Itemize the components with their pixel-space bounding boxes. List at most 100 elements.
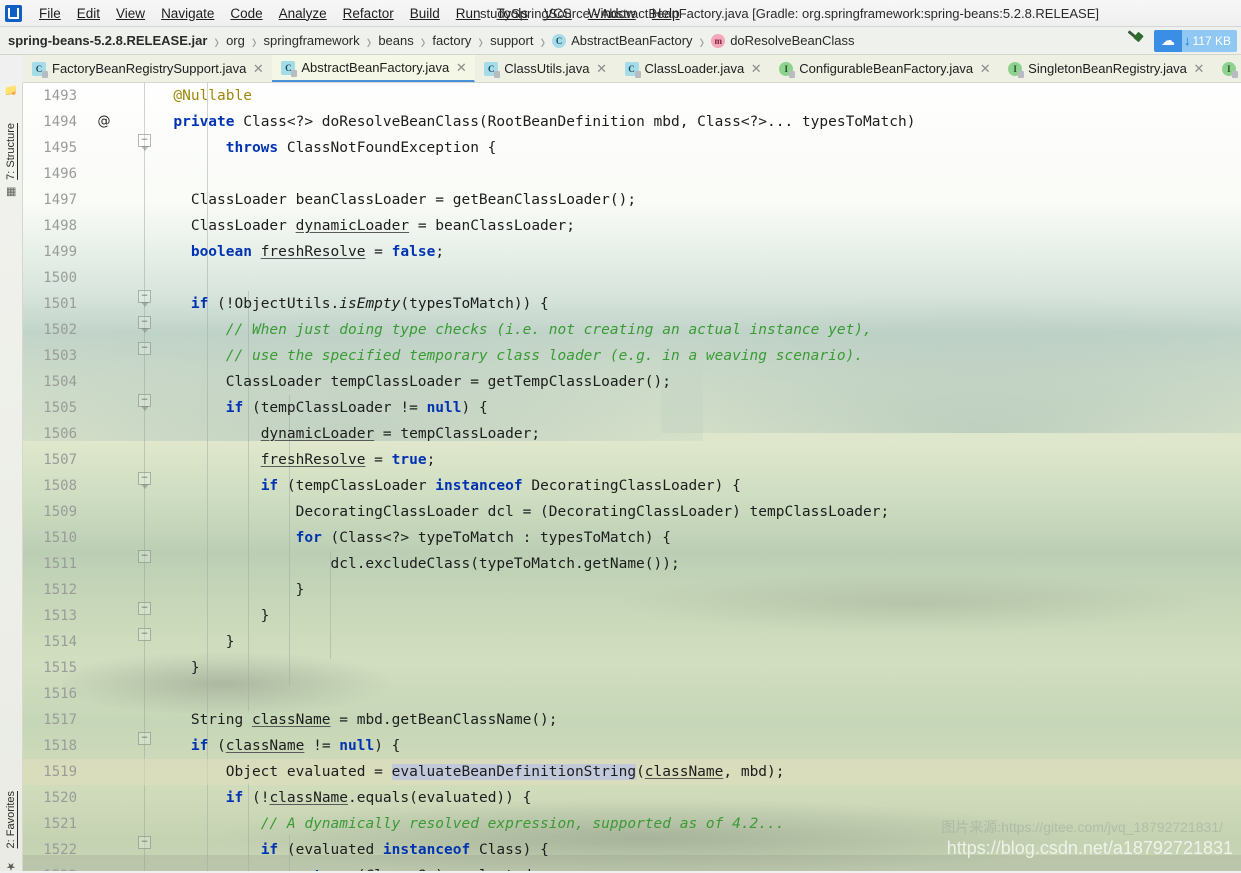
- menu-item-view[interactable]: View: [108, 4, 153, 23]
- baidu-netdisk-widget[interactable]: ☁ ↓ 117 KB: [1154, 29, 1237, 52]
- class-icon: C: [484, 61, 501, 78]
- code-text: // A dynamically resolved expression, su…: [260, 816, 785, 832]
- breadcrumb-item-jar[interactable]: spring-beans-5.2.8.RELEASE.jar: [8, 33, 207, 48]
- line-number: 1522: [43, 842, 77, 858]
- menu-item-build[interactable]: Build: [402, 4, 448, 23]
- interface-icon: I: [1008, 61, 1025, 78]
- project-folder-icon: 📁: [4, 84, 18, 97]
- line-number: 1513: [43, 608, 77, 624]
- code-line: 1506 dynamicLoader = tempClassLoader;: [23, 421, 1241, 447]
- code-line: 1493 @Nullable: [23, 83, 1241, 109]
- code-text: }: [121, 608, 270, 624]
- chevron-right-icon: ›: [366, 28, 372, 53]
- code-editor[interactable]: − − − − − − − − − − − 1493 @Nullable 149…: [23, 83, 1241, 871]
- line-number: 1502: [43, 322, 77, 338]
- breadcrumb-item-factory[interactable]: factory: [432, 33, 471, 48]
- code-line: 1504 ClassLoader tempClassLoader = getTe…: [23, 369, 1241, 395]
- menu-help-label: Help: [651, 5, 680, 21]
- code-text: dynamicLoader = tempClassLoader;: [260, 426, 541, 442]
- close-icon[interactable]: ✕: [596, 62, 608, 75]
- menu-item-tools[interactable]: Tools: [489, 4, 537, 23]
- sidebar-item-structure[interactable]: 7: Structure: [5, 117, 17, 186]
- interface-icon: I: [1221, 61, 1238, 78]
- editor-tab-bar: C FactoryBeanRegistrySupport.java ✕ C Ab…: [23, 55, 1241, 83]
- menu-item-vcs[interactable]: VCS: [536, 4, 580, 23]
- tab-ClassUtils[interactable]: C ClassUtils.java ✕: [475, 55, 615, 82]
- code-line: 1513 }: [23, 603, 1241, 629]
- chevron-right-icon: ›: [540, 28, 546, 53]
- tab-FactoryBeanRegistrySupport[interactable]: C FactoryBeanRegistrySupport.java ✕: [23, 55, 272, 82]
- tab-Hierarchical[interactable]: I Hierarchica: [1213, 55, 1241, 82]
- code-text: if (!ObjectUtils.isEmpty(typesToMatch)) …: [190, 296, 549, 312]
- breadcrumb-item-springframework[interactable]: springframework: [264, 33, 360, 48]
- code-line: 1518 if (className != null) {: [23, 733, 1241, 759]
- menu-item-refactor[interactable]: Refactor: [335, 4, 402, 23]
- line-number: 1501: [43, 296, 77, 312]
- menu-item-edit[interactable]: Edit: [69, 4, 108, 23]
- chevron-right-icon: ›: [420, 28, 426, 53]
- line-number: 1495: [43, 140, 77, 156]
- line-number: 1496: [43, 166, 77, 182]
- tab-label: SingletonBeanRegistry.java: [1028, 61, 1187, 76]
- code-text: }: [121, 634, 235, 650]
- close-icon[interactable]: ✕: [1193, 62, 1205, 75]
- chevron-right-icon: ›: [214, 28, 220, 53]
- tab-ConfigurableBeanFactory[interactable]: I ConfigurableBeanFactory.java ✕: [770, 55, 999, 82]
- code-line: 1517 String className = mbd.getBeanClass…: [23, 707, 1241, 733]
- tab-ClassLoader[interactable]: C ClassLoader.java ✕: [616, 55, 771, 82]
- code-line: 1509 DecoratingClassLoader dcl = (Decora…: [23, 499, 1241, 525]
- menu-run-label: Run: [455, 5, 481, 21]
- menu-item-file[interactable]: File: [31, 4, 69, 23]
- menu-code-label: Code: [230, 5, 263, 21]
- code-line: 1521 // A dynamically resolved expressio…: [23, 811, 1241, 837]
- close-icon[interactable]: ✕: [979, 62, 991, 75]
- code-text: return (Class<?>) evaluated;: [121, 863, 1241, 871]
- netdisk-download-status[interactable]: ↓ 117 KB: [1182, 29, 1237, 52]
- code-lines[interactable]: 1493 @Nullable 1494 @ private Class<?> d…: [23, 83, 1241, 871]
- intellij-idea-logo-icon: [5, 4, 22, 22]
- sidebar-item-favorites[interactable]: 2: Favorites: [5, 785, 17, 854]
- code-text: ClassLoader beanClassLoader = getBeanCla…: [121, 192, 637, 208]
- menu-file-label: File: [39, 5, 61, 21]
- breadcrumb-item-method[interactable]: m doResolveBeanClass: [711, 33, 855, 48]
- method-icon: m: [711, 33, 726, 48]
- code-text: freshResolve = true;: [260, 452, 436, 468]
- close-icon[interactable]: ✕: [750, 62, 762, 75]
- close-icon[interactable]: ✕: [252, 62, 264, 75]
- close-icon[interactable]: ✕: [455, 61, 467, 74]
- menu-item-help[interactable]: Help: [644, 4, 688, 23]
- line-number: 1520: [43, 790, 77, 806]
- code-line: 1494 @ private Class<?> doResolveBeanCla…: [23, 109, 1241, 135]
- code-line: 1516: [23, 681, 1241, 707]
- code-line: 1512 }: [23, 577, 1241, 603]
- code-text: @Nullable: [173, 88, 252, 104]
- chevron-right-icon: ›: [251, 28, 257, 53]
- menu-item-run[interactable]: Run: [448, 4, 489, 23]
- breadcrumb-item-org[interactable]: org: [226, 33, 245, 48]
- baidu-netdisk-icon: ☁: [1154, 29, 1183, 52]
- tab-label: ClassLoader.java: [644, 61, 745, 76]
- menu-item-window[interactable]: Window: [580, 4, 644, 23]
- tab-AbstractBeanFactory[interactable]: C AbstractBeanFactory.java ✕: [272, 55, 476, 82]
- breadcrumb-item-class[interactable]: C AbstractBeanFactory: [552, 33, 693, 48]
- line-number: 1505: [43, 400, 77, 416]
- breadcrumb-item-support[interactable]: support: [490, 33, 533, 48]
- download-arrow-icon: ↓: [1184, 33, 1191, 48]
- menu-item-navigate[interactable]: Navigate: [153, 4, 222, 23]
- menu-view-label: View: [116, 5, 146, 21]
- code-text: if (!className.equals(evaluated)) {: [225, 790, 532, 806]
- menu-item-analyze[interactable]: Analyze: [271, 4, 335, 23]
- line-number: 1493: [43, 88, 77, 104]
- breadcrumb-item-beans[interactable]: beans: [378, 33, 413, 48]
- line-number: 1499: [43, 244, 77, 260]
- gutter-annotation-marker[interactable]: @: [87, 109, 121, 135]
- class-icon: C: [552, 33, 567, 48]
- line-number: 1516: [43, 686, 77, 702]
- menu-item-code[interactable]: Code: [222, 4, 270, 23]
- breadcrumb-method-label: doResolveBeanClass: [730, 33, 855, 48]
- tab-SingletonBeanRegistry[interactable]: I SingletonBeanRegistry.java ✕: [999, 55, 1213, 82]
- build-hammer-icon[interactable]: [1124, 31, 1146, 51]
- code-line: 1510 for (Class<?> typeToMatch : typesTo…: [23, 525, 1241, 551]
- code-text: private Class<?> doResolveBeanClass(Root…: [173, 114, 916, 130]
- line-number: 1517: [43, 712, 77, 728]
